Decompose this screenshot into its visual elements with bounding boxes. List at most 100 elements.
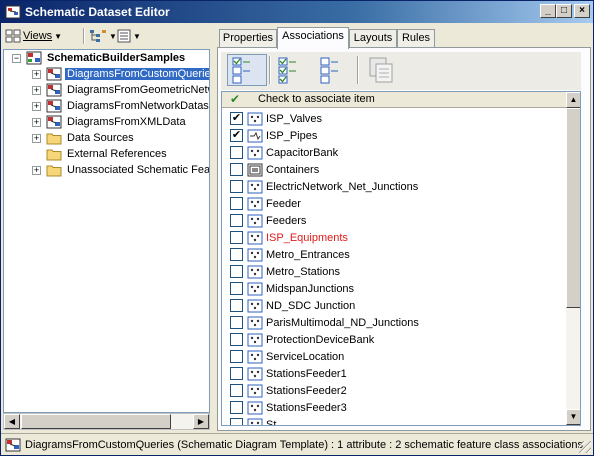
tree-item[interactable]: DiagramsFromXMLData	[46, 114, 188, 130]
tree-collapse-toggle[interactable]: −	[12, 54, 21, 63]
associate-checkbox[interactable]	[230, 316, 243, 329]
associate-checkbox[interactable]	[230, 282, 243, 295]
copy-associations-button[interactable]	[361, 54, 401, 86]
close-icon: ×	[579, 5, 585, 16]
list-item[interactable]: StationsFeeder3	[230, 399, 347, 416]
associate-checkbox[interactable]	[230, 180, 243, 193]
list-item[interactable]: ElectricNetwork_Net_Junctions	[230, 178, 418, 195]
tree-expand-toggle[interactable]: +	[32, 166, 41, 175]
list-item[interactable]: Feeder	[230, 195, 301, 212]
list-vertical-scrollbar[interactable]: ▲ ▼	[566, 92, 580, 425]
associate-checkbox[interactable]	[230, 299, 243, 312]
list-item[interactable]: Feeders	[230, 212, 306, 229]
associate-checkbox[interactable]	[230, 384, 243, 397]
list-item[interactable]: ISP_Equipments	[230, 229, 348, 246]
associate-checkbox[interactable]	[230, 214, 243, 227]
tab-associations[interactable]: Associations	[277, 27, 349, 49]
tree-expand-toggle[interactable]: +	[32, 102, 41, 111]
list-item-label: ND_SDC Junction	[266, 299, 356, 312]
show-all-icon	[232, 57, 250, 84]
scroll-down-button[interactable]: ▼	[566, 409, 580, 425]
feature-class-list[interactable]: ✔ Check to associate item ✔ ISP_Valves ✔ IS…	[221, 91, 581, 426]
list-item-label: Metro_Entrances	[266, 248, 350, 261]
tree-horizontal-scroll-thumb[interactable]	[21, 414, 171, 429]
list-options-button[interactable]: ▼	[117, 27, 141, 45]
resize-grip-icon[interactable]	[579, 441, 591, 453]
close-button[interactable]: ×	[574, 4, 590, 18]
node-class-icon	[247, 214, 263, 227]
show-unchecked-button[interactable]	[315, 54, 355, 86]
maximize-button[interactable]: □	[556, 4, 572, 18]
schematic-tree[interactable]: − SchematicBuilderSamples + DiagramsFromC…	[3, 49, 210, 413]
list-item[interactable]: ServiceLocation	[230, 348, 344, 365]
tree-layout-button[interactable]: ▼	[89, 27, 117, 45]
tree-expand-toggle[interactable]: +	[32, 86, 41, 95]
associate-checkbox[interactable]	[230, 197, 243, 210]
node-class-icon	[247, 112, 263, 125]
list-item[interactable]: MidspanJunctions	[230, 280, 354, 297]
node-class-icon	[247, 401, 263, 414]
pane-splitter[interactable]	[211, 25, 216, 431]
list-item[interactable]: ProtectionDeviceBank	[230, 331, 374, 348]
list-item[interactable]: ParisMultimodal_ND_Junctions	[230, 314, 419, 331]
associate-checkbox[interactable]	[230, 401, 243, 414]
list-item[interactable]: St...	[230, 416, 286, 425]
minimize-button[interactable]: _	[540, 4, 556, 18]
tree-toolbar: Views ▼ ▼ ▼	[3, 25, 211, 47]
associate-checkbox[interactable]	[230, 248, 243, 261]
list-item[interactable]: Containers	[230, 161, 319, 178]
tree-expand-toggle[interactable]: +	[32, 134, 41, 143]
tab-label: Associations	[282, 30, 344, 42]
tree-item[interactable]: Data Sources	[46, 130, 136, 146]
list-item-label: Containers	[266, 163, 320, 176]
tree-expand-toggle[interactable]: +	[32, 70, 41, 79]
list-item[interactable]: Metro_Stations	[230, 263, 340, 280]
tree-item[interactable]: External References	[46, 146, 169, 162]
list-item[interactable]: StationsFeeder2	[230, 382, 347, 399]
associate-checkbox[interactable]: ✔	[230, 129, 243, 142]
associate-checkbox[interactable]	[230, 350, 243, 363]
associate-checkbox[interactable]	[230, 367, 243, 380]
list-item[interactable]: Metro_Entrances	[230, 246, 350, 263]
tree-item[interactable]: DiagramsFromCustomQueries	[46, 66, 209, 82]
list-item[interactable]: ND_SDC Junction	[230, 297, 355, 314]
diagram-template-icon	[46, 83, 62, 97]
tab-layouts[interactable]: Layouts	[349, 29, 397, 48]
associate-checkbox[interactable]	[230, 418, 243, 425]
tab-properties[interactable]: Properties	[219, 29, 277, 48]
list-item[interactable]: ✔ ISP_Pipes	[230, 127, 317, 144]
tree-horizontal-scrollbar[interactable]: ◀ ▶	[3, 413, 210, 430]
green-checkmark-icon: ✔	[230, 92, 241, 106]
scroll-right-button[interactable]: ▶	[193, 414, 209, 429]
scroll-down-icon: ▼	[569, 412, 578, 421]
tree-root[interactable]: SchematicBuilderSamples	[26, 50, 187, 66]
list-item[interactable]: StationsFeeder1	[230, 365, 347, 382]
diagram-template-icon	[5, 438, 21, 451]
show-checked-button[interactable]	[273, 54, 313, 86]
node-class-icon	[247, 265, 263, 278]
scroll-left-button[interactable]: ◀	[4, 414, 20, 429]
associate-checkbox[interactable]	[230, 333, 243, 346]
associate-checkbox[interactable]	[230, 163, 243, 176]
associate-checkbox[interactable]: ✔	[230, 112, 243, 125]
list-item[interactable]: ✔ ISP_Valves	[230, 110, 322, 127]
list-item-label: StationsFeeder1	[266, 367, 347, 380]
associate-checkbox[interactable]	[230, 265, 243, 278]
app-icon	[5, 5, 21, 19]
tree-item[interactable]: DiagramsFromGeometricNetwork	[46, 82, 209, 98]
list-item[interactable]: CapacitorBank	[230, 144, 338, 161]
show-all-button[interactable]	[227, 54, 267, 86]
title-bar[interactable]: Schematic Dataset Editor _ □ ×	[1, 1, 593, 23]
tree-expand-toggle[interactable]: +	[32, 118, 41, 127]
tab-rules[interactable]: Rules	[397, 29, 435, 48]
scroll-up-button[interactable]: ▲	[566, 92, 580, 108]
status-text: DiagramsFromCustomQueries (Schematic Dia…	[25, 438, 583, 451]
associate-checkbox[interactable]	[230, 231, 243, 244]
list-scroll-thumb[interactable]	[566, 108, 580, 308]
associate-checkbox[interactable]	[230, 146, 243, 159]
views-button[interactable]: Views ▼	[5, 27, 62, 45]
maximize-icon: □	[560, 5, 568, 16]
tree-item[interactable]: Unassociated Schematic Feature Classes	[46, 162, 209, 178]
tree-item[interactable]: DiagramsFromNetworkDataset	[46, 98, 209, 114]
list-item-label: Feeder	[266, 197, 301, 210]
